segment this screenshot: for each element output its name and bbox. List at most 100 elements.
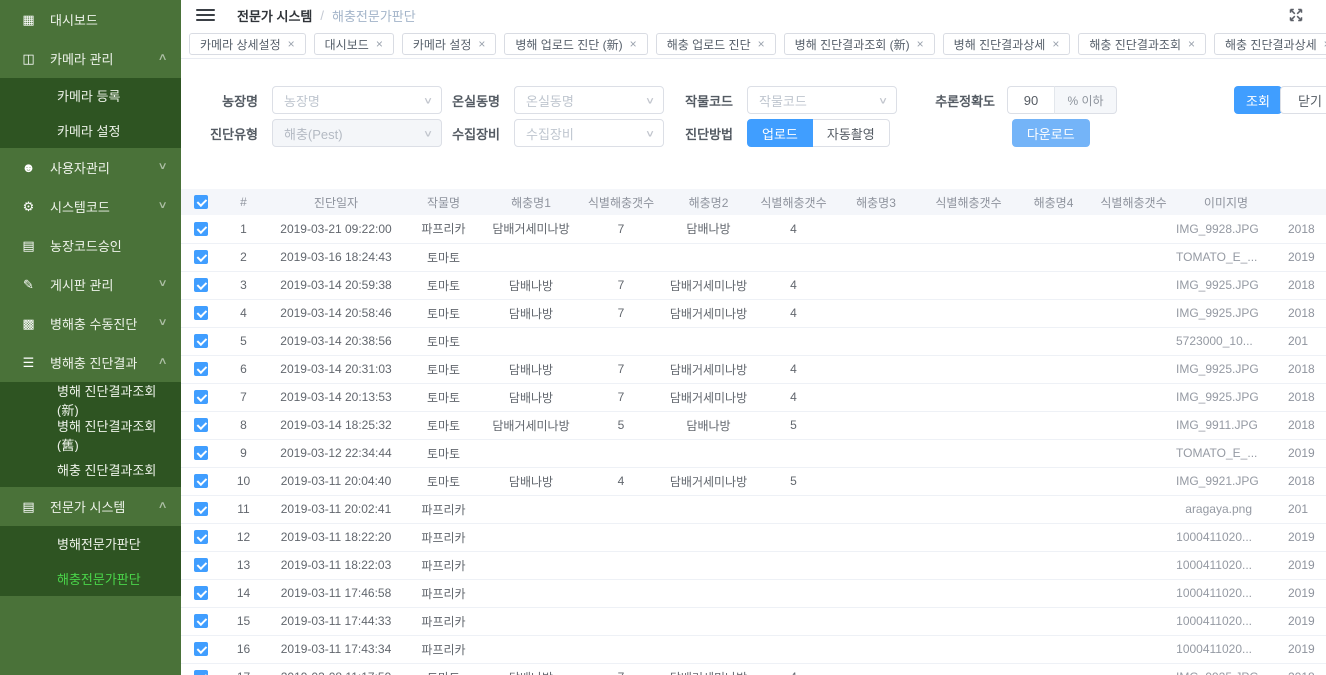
row-index: 5 [221, 327, 266, 355]
tab-pest-results[interactable]: 해충 진단결과조회 × [1078, 33, 1206, 55]
sidebar-item-disease-results-old[interactable]: 병해 진단결과조회 (舊) [0, 417, 181, 452]
row-checkbox[interactable] [194, 530, 208, 544]
row-checkbox[interactable] [194, 418, 208, 432]
row-checkbox[interactable] [194, 362, 208, 376]
pest-count-3 [921, 327, 1016, 355]
crop-name: 파프리카 [406, 607, 481, 635]
table-row[interactable]: 6 2019-03-14 20:31:03 토마토 담배나방 7 담배거세미나방… [181, 355, 1326, 383]
reg-date: 2019 [1276, 607, 1326, 635]
table-row[interactable]: 15 2019-03-11 17:44:33 파프리카 1000411020 [181, 607, 1326, 635]
tab-camera-detail-settings[interactable]: 카메라 상세설정 × [189, 33, 306, 55]
sidebar-item-user-management[interactable]: ☻ 사용자관리 ∨ [0, 148, 181, 187]
diagnosis-method-label: 진단방법 [672, 124, 733, 143]
sidebar-item-disease-expert-judgment[interactable]: 병해전문가판단 [0, 526, 181, 561]
table-row[interactable]: 9 2019-03-12 22:34:44 토마토 TOMATO_E_... [181, 439, 1326, 467]
row-checkbox[interactable] [194, 474, 208, 488]
table-row[interactable]: 8 2019-03-14 18:25:32 토마토 담배거세미나방 5 담배나방… [181, 411, 1326, 439]
close-button[interactable]: 닫기 [1280, 86, 1326, 114]
row-checkbox[interactable] [194, 222, 208, 236]
farm-name-select[interactable]: 농장명 ∨ [272, 86, 442, 114]
close-icon[interactable]: × [478, 38, 485, 50]
table-row[interactable]: 2 2019-03-16 18:24:43 토마토 TOMATO_E_... [181, 243, 1326, 271]
diagnosis-date: 2019-03-11 17:43:34 [266, 635, 406, 663]
sidebar-item-manual-diagnosis[interactable]: ▩ 병해충 수동진단 ∨ [0, 304, 181, 343]
table-row[interactable]: 4 2019-03-14 20:58:46 토마토 담배나방 7 담배거세미나방… [181, 299, 1326, 327]
auto-capture-method-button[interactable]: 자동촬영 [813, 119, 890, 147]
close-icon[interactable]: × [758, 38, 765, 50]
sidebar-item-expert-system[interactable]: ▤ 전문가 시스템 ∧ [0, 487, 181, 526]
sidebar-item-farm-code-approval[interactable]: ▤ 농장코드승인 [0, 226, 181, 265]
tab-pest-result-detail[interactable]: 해충 진단결과상세 × [1214, 33, 1326, 55]
download-button[interactable]: 다운로드 [1012, 119, 1090, 147]
table-row[interactable]: 3 2019-03-14 20:59:38 토마토 담배나방 7 담배거세미나방… [181, 271, 1326, 299]
sidebar-item-dashboard[interactable]: ▦ 대시보드 [0, 0, 181, 39]
upload-method-button[interactable]: 업로드 [747, 119, 813, 147]
sidebar-item-pest-results[interactable]: 해충 진단결과조회 [0, 452, 181, 487]
pest-count-3 [921, 411, 1016, 439]
sidebar-item-pest-expert-judgment[interactable]: 해충전문가판단 [0, 561, 181, 596]
menu-toggle-icon[interactable] [196, 9, 215, 21]
sidebar-item-camera-register[interactable]: 카메라 등록 [0, 78, 181, 113]
close-icon[interactable]: × [1052, 38, 1059, 50]
table-row[interactable]: 16 2019-03-11 17:43:34 파프리카 1000411020 [181, 635, 1326, 663]
tabbar: 카메라 상세설정 × 대시보드 × 카메라 설정 × 병해 업로 [181, 30, 1326, 59]
table-row[interactable]: 14 2019-03-11 17:46:58 파프리카 1000411020 [181, 579, 1326, 607]
row-checkbox[interactable] [194, 446, 208, 460]
row-checkbox-cell [181, 299, 221, 327]
search-button[interactable]: 조회 [1234, 86, 1282, 114]
row-checkbox[interactable] [194, 390, 208, 404]
tab-disease-result-detail[interactable]: 병해 진단결과상세 × [943, 33, 1071, 55]
close-icon[interactable]: × [917, 38, 924, 50]
pest-name-4 [1016, 579, 1091, 607]
row-checkbox[interactable] [194, 502, 208, 516]
tab-disease-upload-diagnosis-new[interactable]: 병해 업로드 진단 (新) × [504, 33, 647, 55]
table-row[interactable]: 1 2019-03-21 09:22:00 파프리카 담배거세미나방 7 담배나… [181, 215, 1326, 243]
sidebar-item-camera-management[interactable]: ◫ 카메라 관리 ∧ [0, 39, 181, 78]
row-checkbox[interactable] [194, 334, 208, 348]
collection-device-select[interactable]: 수집장비 ∨ [514, 119, 664, 147]
row-checkbox[interactable] [194, 642, 208, 656]
diagnosis-type-select[interactable]: 해충(Pest) ∨ [272, 119, 442, 147]
table-row[interactable]: 13 2019-03-11 18:22:03 파프리카 1000411020 [181, 551, 1326, 579]
close-icon[interactable]: × [376, 38, 383, 50]
sidebar-item-disease-results-new[interactable]: 병해 진단결과조회 (新) [0, 382, 181, 417]
table-row[interactable]: 5 2019-03-14 20:38:56 토마토 5723000_10.. [181, 327, 1326, 355]
close-icon[interactable]: × [288, 38, 295, 50]
fullscreen-icon[interactable] [1288, 7, 1304, 23]
tab-dashboard[interactable]: 대시보드 × [314, 33, 394, 55]
tab-pest-upload-diagnosis[interactable]: 해충 업로드 진단 × [656, 33, 776, 55]
greenhouse-name-placeholder: 온실동명 [526, 91, 574, 110]
table-row[interactable]: 17 2019-03-08 11:17:59 토마토 담배나방 7 담배거세미나… [181, 663, 1326, 675]
close-icon[interactable]: × [1188, 38, 1195, 50]
table-row[interactable]: 11 2019-03-11 20:02:41 파프리카 aragaya.pn [181, 495, 1326, 523]
row-checkbox[interactable] [194, 306, 208, 320]
image-name: TOMATO_E_... [1176, 243, 1276, 271]
row-checkbox[interactable] [194, 670, 208, 675]
crop-code-select[interactable]: 작물코드 ∨ [747, 86, 897, 114]
tab-camera-settings[interactable]: 카메라 설정 × [402, 33, 497, 55]
close-icon[interactable]: × [630, 38, 637, 50]
pest-name-2 [661, 523, 756, 551]
crop-name: 토마토 [406, 243, 481, 271]
table-row[interactable]: 10 2019-03-11 20:04:40 토마토 담배나방 4 담배거세미나… [181, 467, 1326, 495]
inference-accuracy-input[interactable] [1007, 86, 1055, 114]
row-checkbox[interactable] [194, 278, 208, 292]
pest-name-4 [1016, 271, 1091, 299]
select-all-checkbox[interactable] [194, 195, 208, 209]
greenhouse-name-select[interactable]: 온실동명 ∨ [514, 86, 664, 114]
sidebar-item-diagnosis-results[interactable]: ☰ 병해충 진단결과 ∧ [0, 343, 181, 382]
row-checkbox[interactable] [194, 558, 208, 572]
sidebar-item-camera-settings[interactable]: 카메라 설정 [0, 113, 181, 148]
col-image-name: 이미지명 [1176, 189, 1276, 215]
sidebar-item-system-code[interactable]: ⚙ 시스템코드 ∨ [0, 187, 181, 226]
table-row[interactable]: 12 2019-03-11 18:22:20 파프리카 1000411020 [181, 523, 1326, 551]
row-checkbox[interactable] [194, 614, 208, 628]
tab-disease-results-new[interactable]: 병해 진단결과조회 (新) × [784, 33, 935, 55]
row-checkbox[interactable] [194, 586, 208, 600]
row-checkbox-cell [181, 495, 221, 523]
row-checkbox[interactable] [194, 250, 208, 264]
image-name: 1000411020... [1176, 607, 1276, 635]
sidebar-item-board-management[interactable]: ✎ 게시판 관리 ∨ [0, 265, 181, 304]
diagnosis-date: 2019-03-21 09:22:00 [266, 215, 406, 243]
table-row[interactable]: 7 2019-03-14 20:13:53 토마토 담배나방 7 담배거세미나방… [181, 383, 1326, 411]
